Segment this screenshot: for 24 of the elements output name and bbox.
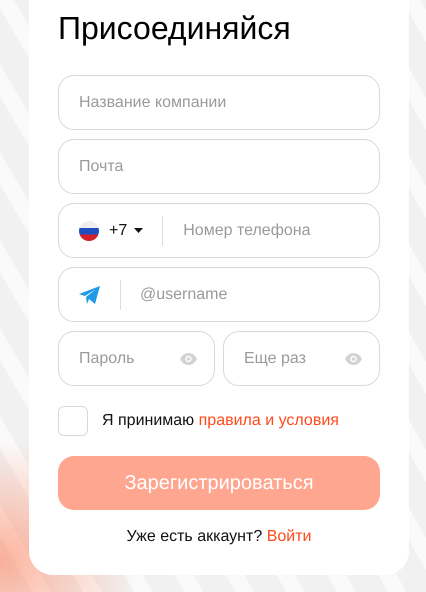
password-input[interactable]: Пароль: [79, 350, 180, 368]
eye-icon[interactable]: [180, 352, 197, 364]
input-field[interactable]: Название компании: [58, 75, 380, 130]
checkbox[interactable]: [58, 406, 88, 436]
text-input[interactable]: Почта: [79, 158, 362, 176]
phone-field[interactable]: +7 Номер телефона: [58, 203, 380, 258]
telegram-field[interactable]: @username: [58, 267, 380, 322]
caret-icon: [134, 228, 144, 233]
terms-link[interactable]: правила и условия: [198, 412, 339, 429]
login-link[interactable]: Войти: [266, 528, 312, 545]
phone-input[interactable]: Номер телефона: [183, 222, 362, 240]
flag-icon: [79, 220, 99, 240]
country-code-dropdown[interactable]: +7: [99, 222, 144, 240]
text-input[interactable]: Название компании: [79, 94, 362, 112]
eye-icon[interactable]: [345, 352, 362, 364]
terms-text: Я принимаю правила и условия: [102, 412, 339, 430]
password-field[interactable]: Еще раз: [223, 331, 380, 386]
login-prompt: Уже есть аккаунт? Войти: [126, 528, 312, 546]
paper-plane-icon: [79, 284, 100, 304]
page-title: Присоединяйся: [58, 9, 292, 48]
password-input[interactable]: Еще раз: [244, 350, 345, 368]
input-field[interactable]: Почта: [58, 139, 380, 194]
password-field[interactable]: Пароль: [58, 331, 215, 386]
username-input[interactable]: @username: [140, 286, 362, 304]
